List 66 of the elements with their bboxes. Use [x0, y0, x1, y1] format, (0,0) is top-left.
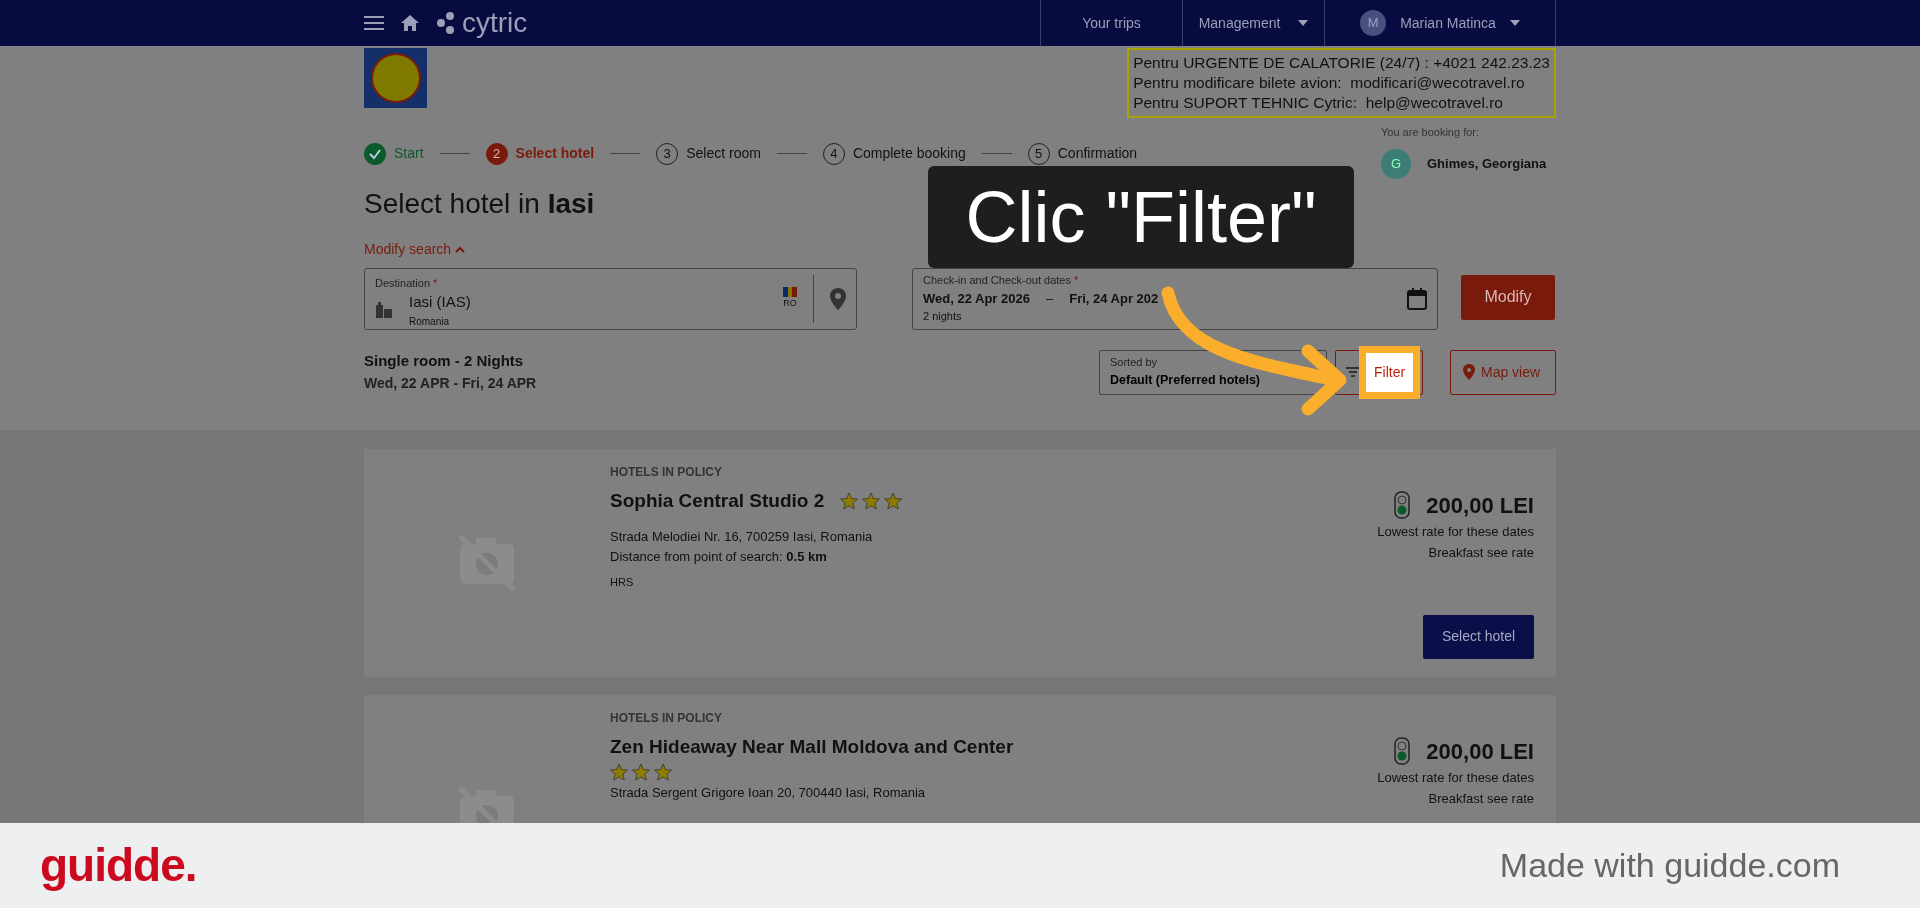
- lidl-logo: [364, 48, 427, 108]
- filter-icon[interactable]: [1346, 367, 1360, 377]
- dates-summary: Wed, 22 APR - Fri, 24 APR: [364, 373, 538, 393]
- avatar: M: [1360, 10, 1387, 36]
- booking-for-label: You are booking for:: [1381, 125, 1481, 140]
- checkin-date: Wed, 22 Apr 2026: [923, 289, 1030, 308]
- destination-field[interactable]: Destination * Iasi (IAS) Romania RO: [364, 267, 857, 330]
- traveler-name: Ghimes, Georgiana: [1427, 154, 1547, 173]
- hotel-price: 200,00 LEI: [1426, 491, 1534, 520]
- hotel-name: Zen Hideaway Near Mall Moldova and Center: [610, 734, 1014, 759]
- hotel-price: 200,00 LEI: [1426, 737, 1534, 766]
- traffic-light-icon: [1394, 737, 1411, 765]
- step-label: Select hotel: [515, 144, 595, 164]
- avatar: G: [1381, 148, 1411, 179]
- nights-count: 2 nights: [923, 309, 963, 325]
- field-label: Check-in and Check-out dates: [923, 274, 1072, 287]
- star-icon: [632, 763, 650, 781]
- made-with-text: Made with guidde.com: [1499, 845, 1840, 886]
- logo-text: cytric: [462, 9, 528, 37]
- modify-button[interactable]: Modify: [1461, 274, 1555, 320]
- destination-value: Iasi (IAS): [409, 292, 471, 312]
- location-pin-icon: [1463, 364, 1475, 380]
- hotel-name: Sophia Central Studio 2: [610, 488, 825, 513]
- star-icon: [654, 763, 672, 781]
- location-pin-icon[interactable]: [830, 287, 846, 310]
- hotel-address: Strada Sergent Grigore Ioan 20, 700440 Iasi, Romania: [610, 784, 927, 802]
- filter-button[interactable]: Filter: [1335, 349, 1423, 395]
- required-mark: *: [433, 276, 438, 289]
- star-icon: [610, 763, 628, 781]
- rate-note: Lowest rate for these dates: [1377, 522, 1534, 541]
- required-mark: *: [1074, 274, 1079, 287]
- traffic-light-icon: [1394, 491, 1411, 519]
- dates-field[interactable]: Check-in and Check-out dates * Wed, 22 Apr 2026 – Fri, 24 Apr 202 2 nights: [912, 267, 1438, 330]
- step-label: Select room: [686, 144, 761, 164]
- hotel-address: Strada Melodiei Nr. 16, 700259 Iasi, Romania: [610, 528, 874, 546]
- field-label: Destination: [375, 276, 432, 289]
- page-title: Select hotel in Iasi: [364, 186, 595, 221]
- contact-info: Pentru URGENTE DE CALATORIE (24/7) : +4021 242.23.23 Pentru modificare bilete avion: modificari@wecotravel.ro Pentru SUPORT TEHNIC Cytric: help@wecotravel.ro: [1127, 48, 1556, 118]
- country-code: RO: [783, 296, 797, 310]
- section-label: HOTELS IN POLICY: [610, 463, 723, 481]
- section-label: HOTELS IN POLICY: [610, 709, 723, 727]
- star-icon: [884, 491, 903, 510]
- step-number: 2: [485, 142, 508, 165]
- guidde-logo: guidde.: [40, 838, 197, 893]
- callout-label: Clic "Filter": [928, 166, 1354, 268]
- source-label: HRS: [610, 575, 635, 590]
- menu-icon[interactable]: [364, 15, 384, 31]
- step-label: Confirmation: [1057, 144, 1138, 164]
- building-icon: [375, 301, 393, 318]
- step-label: Start: [394, 144, 424, 164]
- room-summary: Single room - 2 Nights: [364, 351, 525, 372]
- star-icon: [862, 491, 881, 510]
- flag-icon: [783, 286, 797, 297]
- calendar-icon[interactable]: [1407, 287, 1427, 310]
- breakfast-note: Breakfast see rate: [1428, 544, 1534, 562]
- select-hotel-button[interactable]: Select hotel: [1423, 614, 1534, 659]
- date-separator: –: [1045, 289, 1054, 308]
- checkout-date: Fri, 24 Apr 202: [1069, 289, 1159, 308]
- sort-dropdown[interactable]: Sorted by Default (Preferred hotels): [1099, 349, 1327, 395]
- step-label: Complete booking: [852, 144, 966, 164]
- rate-note: Lowest rate for these dates: [1377, 768, 1534, 787]
- breakfast-note: Breakfast see rate: [1428, 790, 1534, 808]
- country-name: Romania: [409, 314, 451, 329]
- distance-text: Distance from point of search: 0.5 km: [610, 547, 828, 566]
- star-icon: [840, 491, 859, 510]
- home-icon[interactable]: [400, 14, 420, 32]
